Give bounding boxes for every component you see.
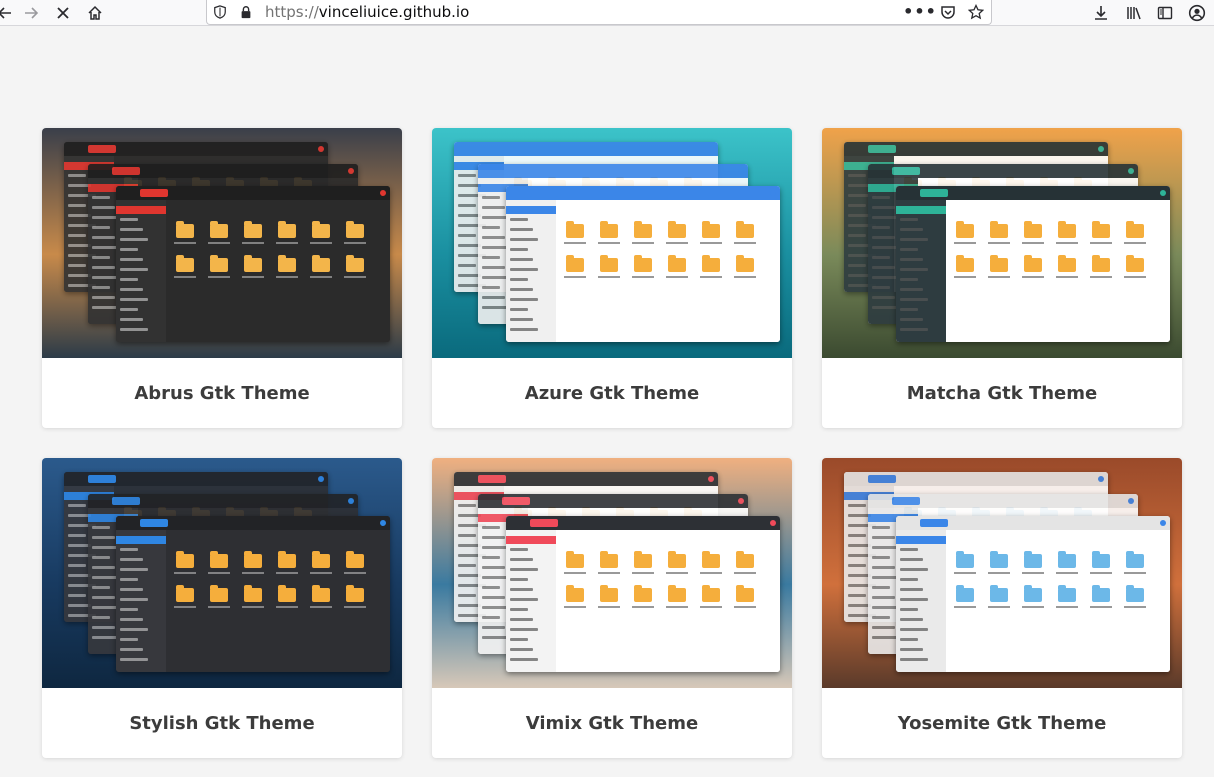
home-icon[interactable]: [84, 2, 106, 24]
theme-preview-image[interactable]: [432, 128, 792, 358]
back-arrow-icon[interactable]: [0, 2, 16, 24]
theme-title[interactable]: Stylish Gtk Theme: [42, 688, 402, 758]
url-text[interactable]: https://vinceliuice.github.io: [265, 3, 469, 21]
file-manager-window-preview: [116, 186, 390, 342]
theme-card[interactable]: Azure Gtk Theme: [432, 128, 792, 428]
pocket-icon[interactable]: [937, 1, 959, 23]
theme-title[interactable]: Abrus Gtk Theme: [42, 358, 402, 428]
file-manager-window-preview: [896, 516, 1170, 672]
theme-card[interactable]: Vimix Gtk Theme: [432, 458, 792, 758]
lock-icon[interactable]: [235, 1, 257, 23]
file-manager-window-preview: [896, 186, 1170, 342]
file-manager-window-preview: [506, 516, 780, 672]
theme-card[interactable]: Abrus Gtk Theme: [42, 128, 402, 428]
bookmark-star-icon[interactable]: [965, 1, 987, 23]
library-icon[interactable]: [1123, 2, 1145, 24]
account-icon[interactable]: [1186, 2, 1208, 24]
theme-preview-image[interactable]: [432, 458, 792, 688]
forward-arrow-icon[interactable]: [20, 2, 42, 24]
page-content: Abrus Gtk Theme Azure Gtk Theme Matcha Gtk…: [0, 27, 1214, 777]
theme-card[interactable]: Yosemite Gtk Theme: [822, 458, 1182, 758]
theme-card[interactable]: Stylish Gtk Theme: [42, 458, 402, 758]
theme-card[interactable]: Matcha Gtk Theme: [822, 128, 1182, 428]
tracking-shield-icon[interactable]: [209, 1, 231, 23]
browser-toolbar: https://vinceliuice.github.io •••: [0, 0, 1214, 26]
theme-preview-image[interactable]: [822, 458, 1182, 688]
theme-title[interactable]: Yosemite Gtk Theme: [822, 688, 1182, 758]
file-manager-window-preview: [506, 186, 780, 342]
sidebar-icon[interactable]: [1154, 2, 1176, 24]
theme-preview-image[interactable]: [822, 128, 1182, 358]
url-bar[interactable]: https://vinceliuice.github.io •••: [206, 0, 992, 25]
theme-preview-image[interactable]: [42, 458, 402, 688]
theme-preview-image[interactable]: [42, 128, 402, 358]
theme-title[interactable]: Azure Gtk Theme: [432, 358, 792, 428]
more-actions-icon[interactable]: •••: [903, 1, 936, 23]
stop-loading-icon[interactable]: [52, 2, 74, 24]
file-manager-window-preview: [116, 516, 390, 672]
theme-title[interactable]: Vimix Gtk Theme: [432, 688, 792, 758]
theme-title[interactable]: Matcha Gtk Theme: [822, 358, 1182, 428]
download-icon[interactable]: [1090, 2, 1112, 24]
